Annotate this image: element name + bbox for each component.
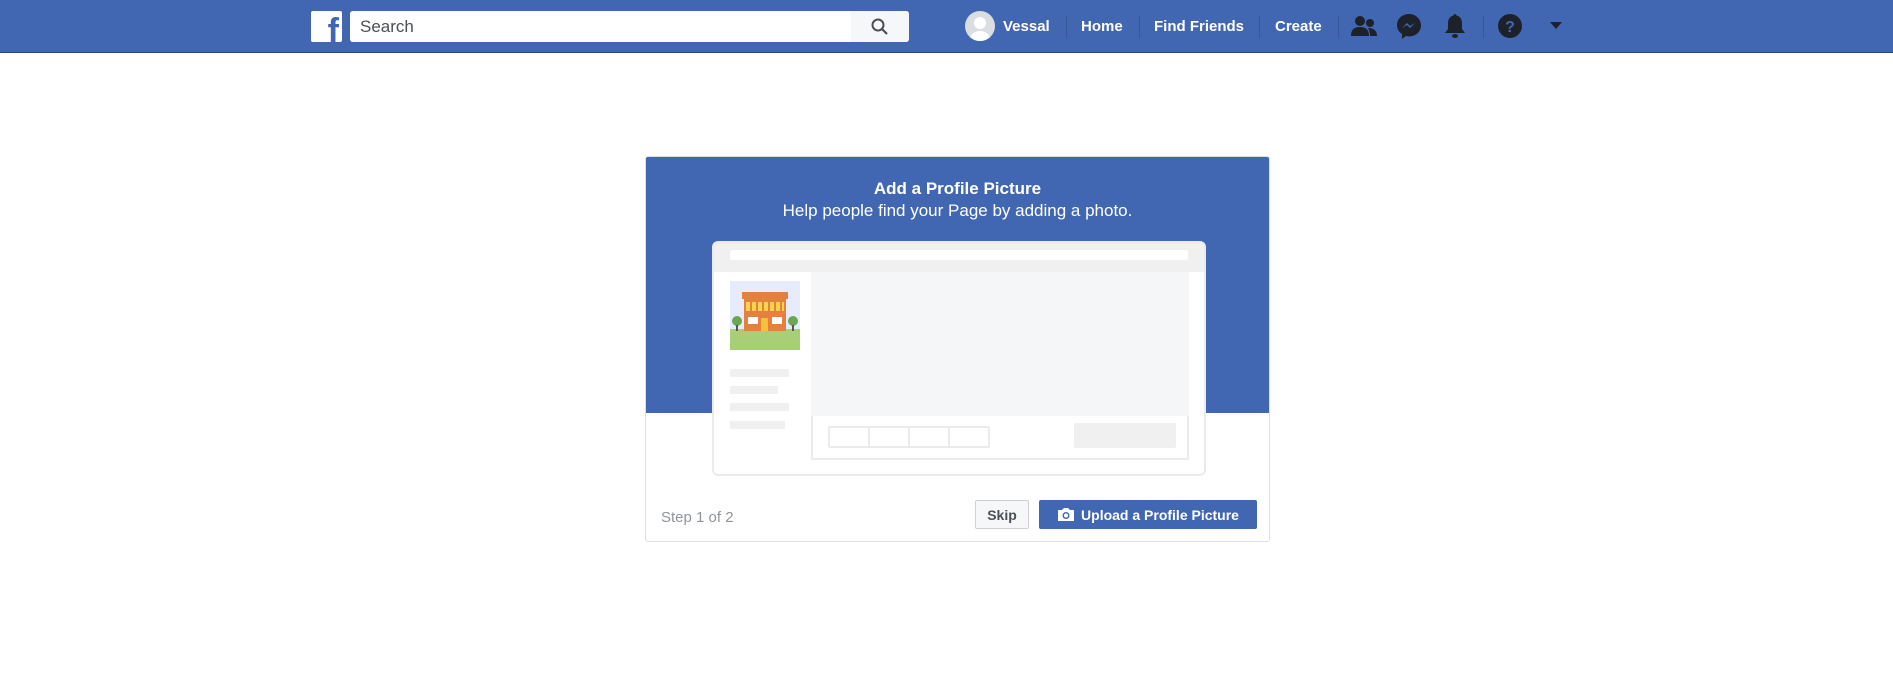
nav-home[interactable]: Home xyxy=(1081,0,1123,53)
divider xyxy=(1338,16,1339,38)
divider xyxy=(1259,16,1260,38)
nav-create[interactable]: Create xyxy=(1275,0,1322,53)
dialog-subtitle: Help people find your Page by adding a p… xyxy=(782,201,1133,220)
notifications-bell-icon[interactable] xyxy=(1441,12,1469,40)
caret-down-icon[interactable] xyxy=(1542,12,1570,40)
search-button[interactable] xyxy=(851,11,909,42)
search-input[interactable] xyxy=(350,11,850,42)
help-icon[interactable]: ? xyxy=(1496,12,1524,40)
divider xyxy=(1483,16,1484,38)
upload-button-label: Upload a Profile Picture xyxy=(1081,506,1239,523)
upload-profile-picture-button[interactable]: Upload a Profile Picture xyxy=(1039,500,1257,529)
search-icon xyxy=(871,18,888,35)
avatar[interactable] xyxy=(965,11,995,41)
page-preview-illustration xyxy=(712,241,1206,476)
profile-link[interactable]: Vessal xyxy=(1003,0,1050,53)
search-box xyxy=(350,11,909,42)
friends-icon[interactable] xyxy=(1350,12,1378,40)
svg-text:?: ? xyxy=(1505,19,1515,36)
divider xyxy=(1139,16,1140,38)
facebook-logo[interactable]: f xyxy=(311,11,342,42)
step-indicator: Step 1 of 2 xyxy=(661,509,734,526)
top-navigation-bar: f Vessal Home Find Friends Create ? xyxy=(0,0,1893,53)
camera-icon xyxy=(1058,508,1075,521)
dialog-title: Add a Profile Picture xyxy=(873,179,1042,198)
storefront-image xyxy=(730,281,800,350)
messenger-icon[interactable] xyxy=(1395,12,1423,40)
divider xyxy=(1066,16,1067,38)
add-profile-picture-dialog: Add a Profile Picture Help people find y… xyxy=(645,156,1270,542)
skip-button[interactable]: Skip xyxy=(975,500,1029,529)
nav-find-friends[interactable]: Find Friends xyxy=(1154,0,1244,53)
